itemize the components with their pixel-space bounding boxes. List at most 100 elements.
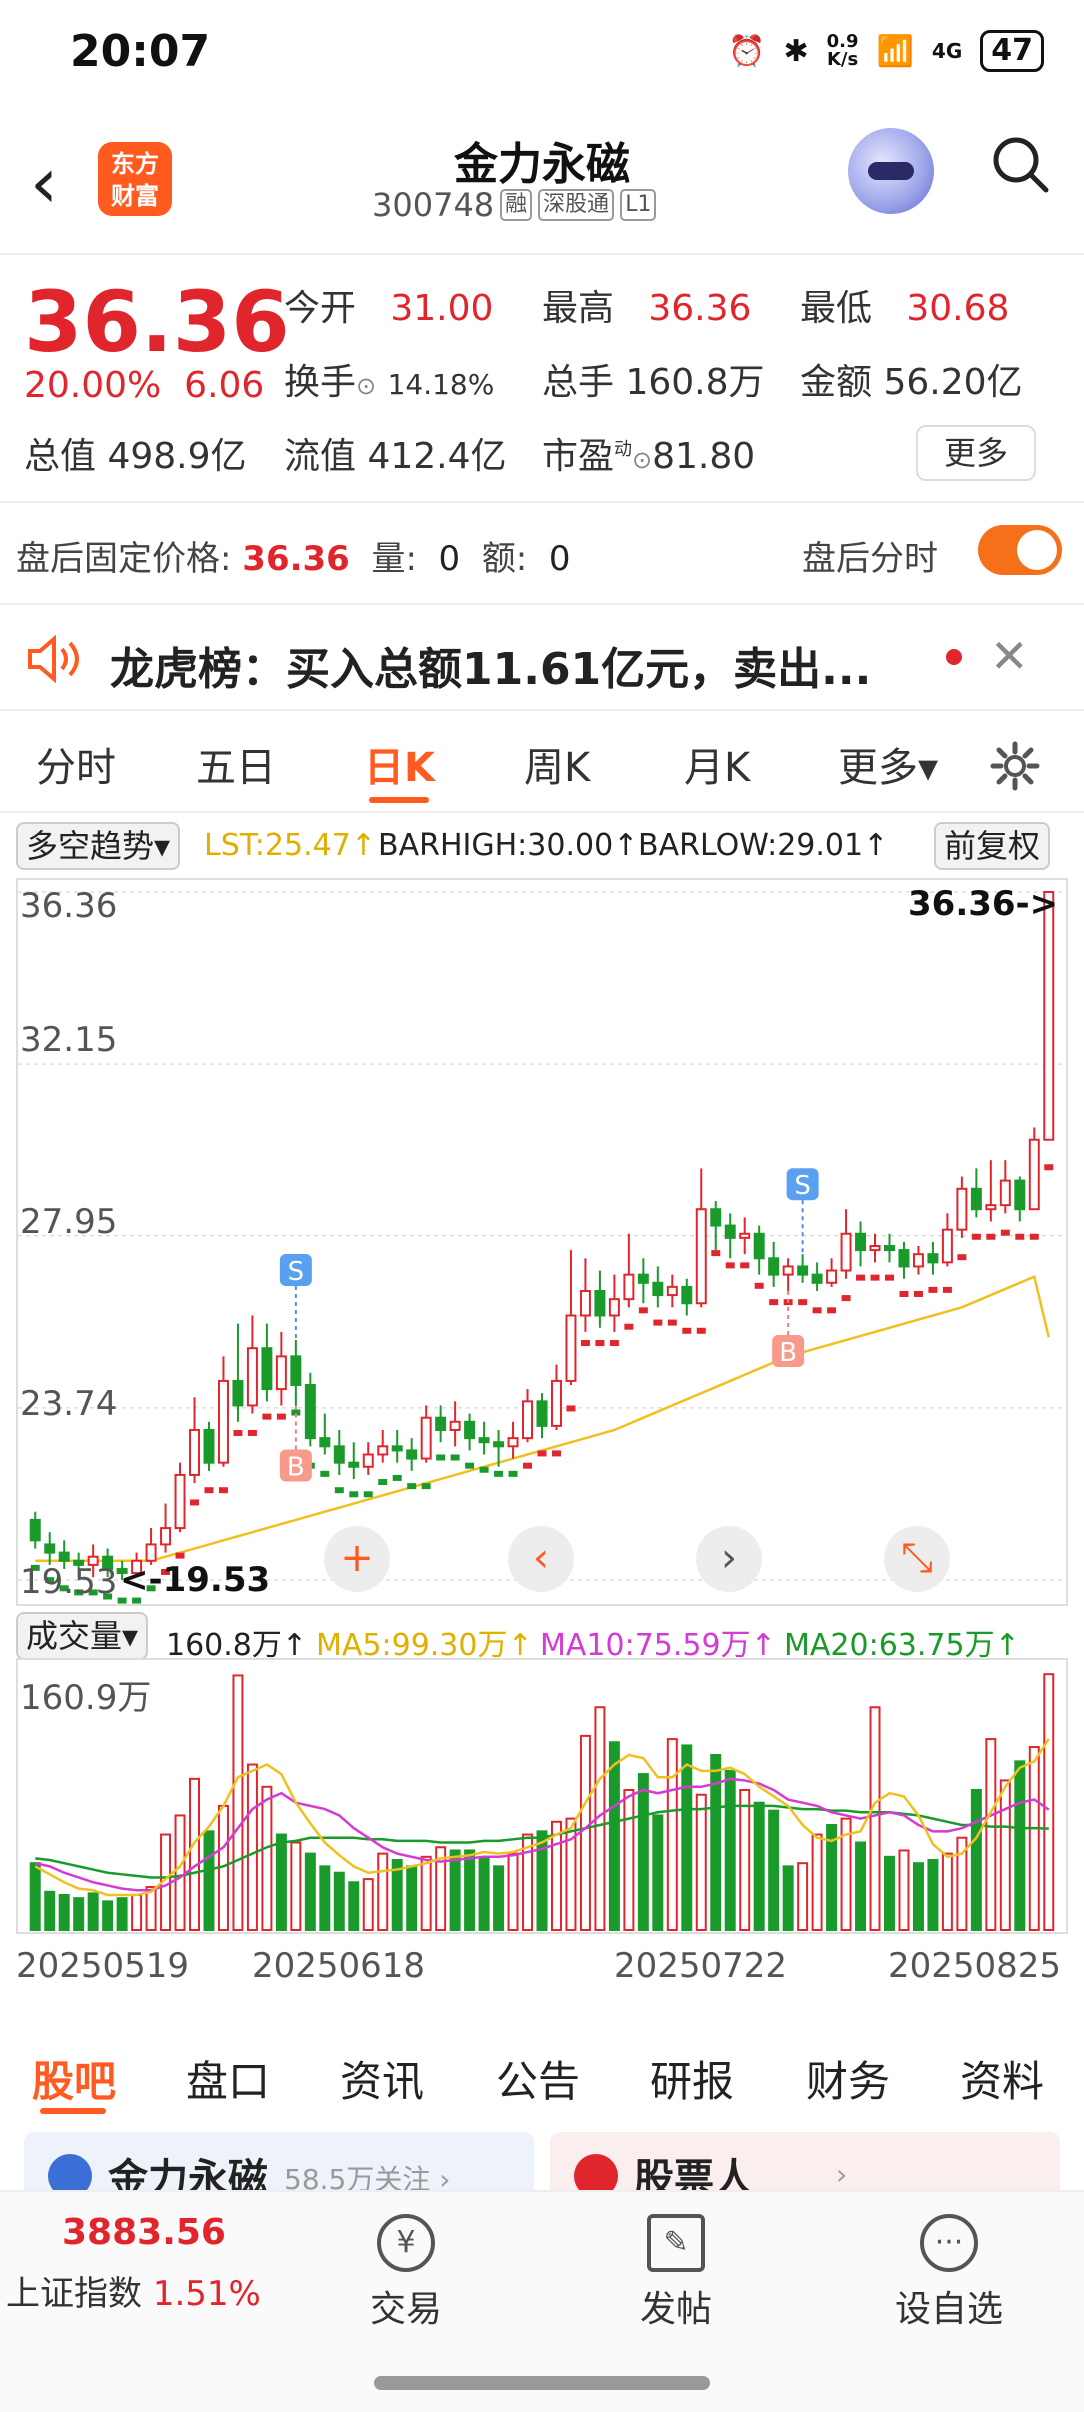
candle-body [956, 1187, 968, 1231]
trend-mark [971, 1233, 981, 1240]
candle-body [203, 1428, 215, 1464]
status-bar: 20:07 ⏰ ✱ 0.9 K/s 📶 4G 47 [0, 0, 1084, 110]
index-line[interactable]: 上证指数 1.51% [6, 2266, 261, 2315]
float-cap-field: 流值 412.4亿 [284, 436, 507, 477]
tab-announcements[interactable]: 公告 [496, 2048, 580, 2109]
search-icon[interactable] [990, 134, 1050, 194]
candle-body [869, 1245, 881, 1252]
volume-bar [884, 1855, 895, 1932]
volume-bar [348, 1881, 360, 1932]
tab-monthly-k[interactable]: 月K [684, 735, 750, 793]
tab-intraday[interactable]: 分时 [36, 735, 116, 793]
candle-body [898, 1249, 910, 1268]
volume-selector[interactable]: 成交量▾ [16, 1612, 149, 1660]
trend-mark [566, 1405, 576, 1412]
guba-icon [48, 2154, 92, 2190]
notice-text: 龙虎榜：买入总额11.61亿元，卖出... [110, 644, 872, 695]
market-cap-field: 总值 498.9亿 [24, 436, 247, 477]
guba-card-sub: 58.5万关注 › [284, 2163, 451, 2190]
trend-mark [827, 1307, 837, 1314]
candle-body [941, 1228, 953, 1264]
candle-body [826, 1269, 838, 1284]
tag-connect[interactable]: 深股通 [538, 189, 615, 221]
assistant-robot-icon[interactable] [848, 128, 934, 214]
trend-mark [421, 1483, 431, 1490]
add-watchlist-button[interactable]: ··· 设自选 [884, 2214, 1014, 2332]
candle-body [145, 1543, 157, 1562]
trend-mark [928, 1286, 938, 1293]
y-axis-label: 23.74 [20, 1384, 118, 1424]
volume-bar [855, 1841, 867, 1931]
tab-news[interactable]: 资讯 [340, 2048, 424, 2109]
kline-chart[interactable]: S B S B 36.36 32.15 27.95 23.74 19.53 36.36… [16, 878, 1068, 1606]
trend-mark [812, 1307, 822, 1314]
candle-body [666, 1285, 678, 1297]
volume-bar [536, 1830, 548, 1931]
speaker-icon [28, 635, 79, 683]
adjust-selector[interactable]: 前复权 [934, 822, 1051, 870]
gear-icon[interactable] [990, 741, 1040, 791]
candle-body [304, 1384, 316, 1440]
volume-bar [116, 1897, 128, 1931]
candle-body [217, 1379, 229, 1464]
candle-body [29, 1518, 41, 1542]
tab-weekly-k[interactable]: 周K [524, 735, 590, 793]
tab-orderbook[interactable]: 盘口 [186, 2048, 270, 2109]
volume-chart[interactable]: 160.9万 [16, 1658, 1068, 1934]
tab-research[interactable]: 研报 [650, 2048, 734, 2109]
index-value[interactable]: 3883.56 [62, 2212, 226, 2253]
tab-daily-k[interactable]: 日K [364, 735, 435, 793]
more-button[interactable]: 更多 [916, 425, 1036, 481]
tab-guba[interactable]: 股吧 [32, 2048, 116, 2109]
volume-bar [782, 1865, 794, 1931]
tag-level[interactable]: L1 [620, 189, 657, 221]
indicator-bar: 多空趋势▾ LST:25.47↑ BARHIGH:30.00↑ BARLOW:2… [0, 818, 1084, 874]
trend-mark [667, 1319, 677, 1326]
volume-bar [319, 1865, 331, 1931]
candle-body [435, 1416, 447, 1431]
volume-bar [985, 1738, 997, 1931]
candle-body [855, 1232, 867, 1252]
trend-mark [769, 1299, 779, 1306]
zoom-in-button[interactable]: + [324, 1526, 390, 1592]
trend-mark [334, 1487, 344, 1494]
guba-card[interactable]: 金力永磁 58.5万关注 › [24, 2132, 534, 2190]
volume-bar [420, 1855, 432, 1932]
content-tabs: 股吧 盘口 资讯 公告 研报 财务 资料 [0, 2022, 1084, 2142]
candle-body [522, 1400, 534, 1440]
trend-mark [479, 1466, 489, 1473]
trend-mark [841, 1295, 851, 1302]
trend-mark [436, 1454, 446, 1461]
trade-button[interactable]: ¥ 交易 [356, 2214, 456, 2332]
tab-more[interactable]: 更多▾ [838, 735, 938, 793]
tab-finance[interactable]: 财务 [806, 2048, 890, 2109]
tab-profile[interactable]: 资料 [960, 2048, 1044, 2109]
candle-body [681, 1285, 693, 1305]
after-hours-toggle[interactable] [978, 525, 1062, 575]
after-hours-toggle-label: 盘后分时 [802, 539, 938, 579]
edit-icon: ✎ [647, 2214, 705, 2272]
close-icon[interactable]: ✕ [990, 629, 1029, 683]
notice-bar[interactable]: 龙虎榜：买入总额11.61亿元，卖出... ✕ [0, 607, 1084, 711]
scroll-left-button[interactable]: ‹ [508, 1526, 574, 1592]
date-label: 20250825 [888, 1946, 1062, 1986]
tab-five-day[interactable]: 五日 [196, 735, 276, 793]
active-tab-indicator [369, 797, 429, 803]
trend-mark [682, 1327, 692, 1334]
collapse-icon[interactable]: ⤡ [884, 1526, 950, 1592]
candle-body [768, 1257, 780, 1276]
volume-bar [333, 1871, 345, 1931]
candle-body [391, 1445, 403, 1452]
stockperson-card[interactable]: 股票人 › [550, 2132, 1060, 2190]
stock-code: 300748 [372, 186, 495, 224]
indicator-selector[interactable]: 多空趋势▾ [16, 822, 181, 870]
candle-body [160, 1527, 172, 1546]
volume-bar [550, 1820, 562, 1931]
date-label: 20250722 [614, 1946, 788, 1986]
volume-bar [666, 1738, 678, 1931]
low-marker: <-19.53 [120, 1560, 271, 1600]
scroll-right-button[interactable]: › [696, 1526, 762, 1592]
tag-margin[interactable]: 融 [500, 189, 533, 221]
volume-bar [927, 1858, 939, 1932]
post-button[interactable]: ✎ 发帖 [626, 2214, 726, 2332]
